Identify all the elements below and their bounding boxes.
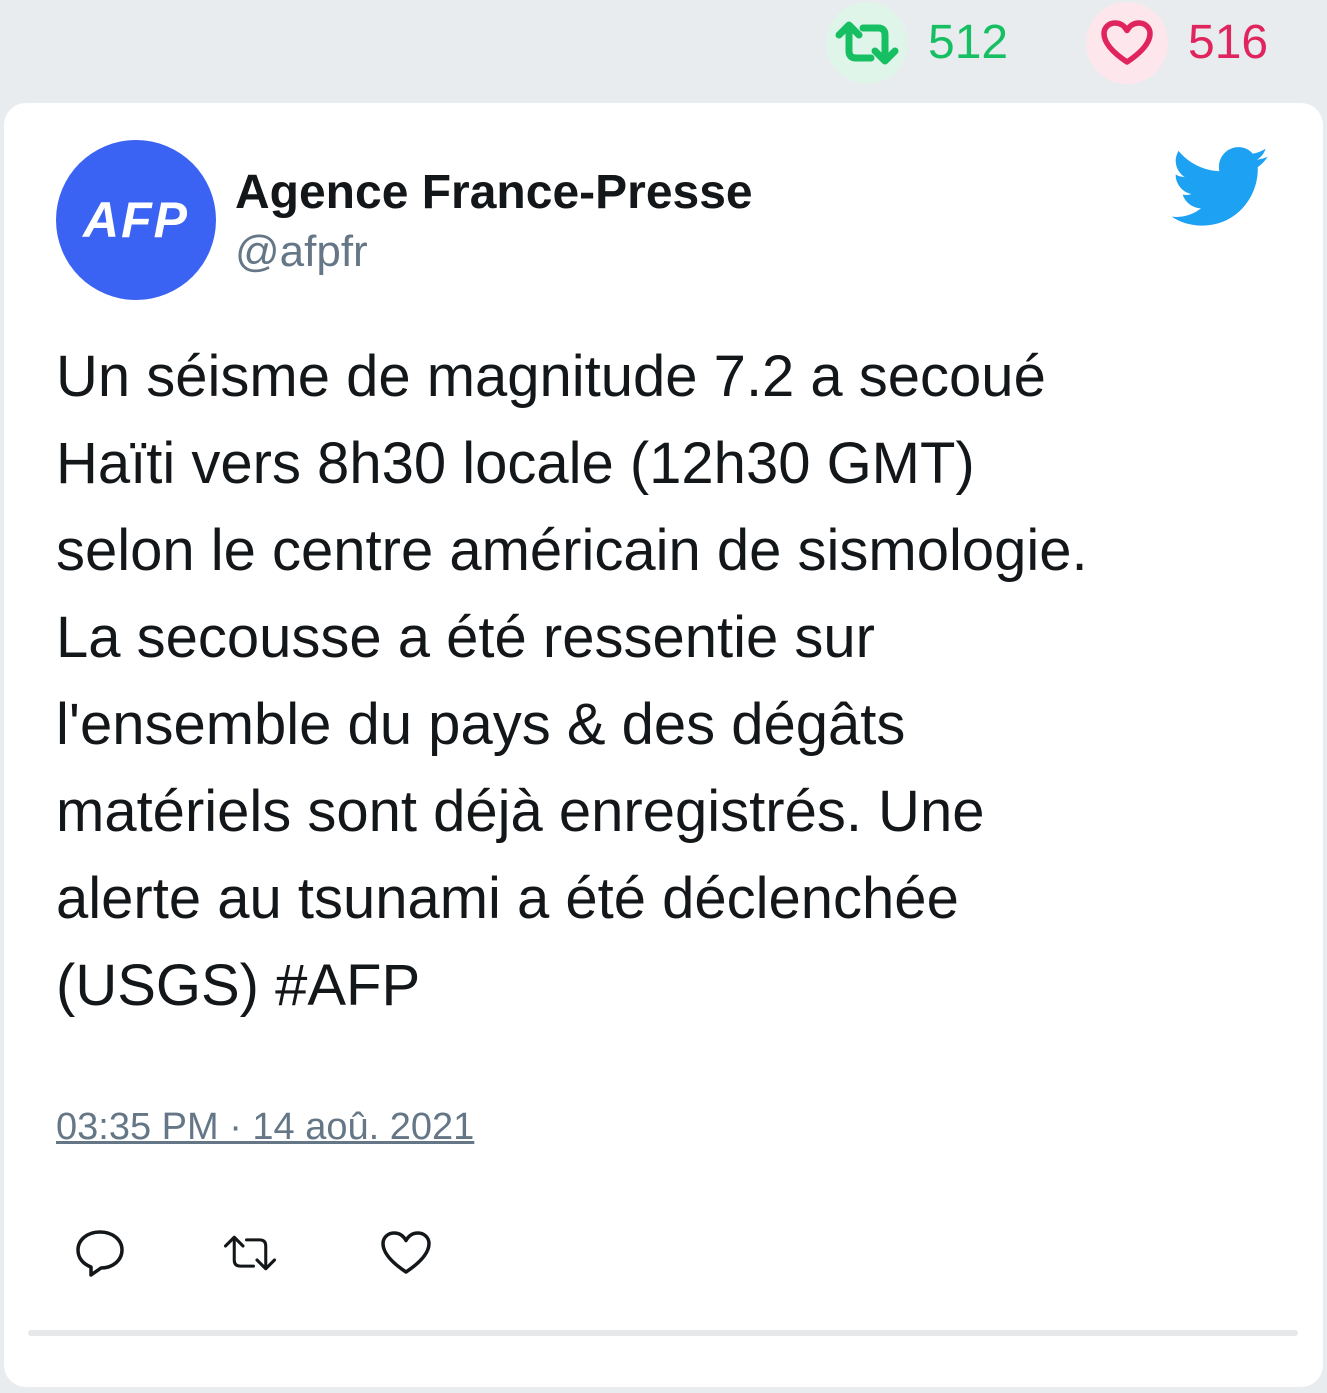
tweet-card: AFP Agence France-Presse @afpfr Un séism… [4,103,1323,1387]
author-name[interactable]: Agence France-Presse [235,165,753,220]
heart-icon [1101,20,1153,65]
tweet-text-line: La secousse a été ressentie sur [56,605,875,670]
like-button[interactable] [378,1225,434,1281]
like-count-stat[interactable]: 516 [1086,2,1268,84]
tweet-text-line: matériels sont déjà enregistrés. Une [56,779,985,844]
author-handle[interactable]: @afpfr [235,227,368,277]
tweet-text-line: l'ensemble du pays & des dégâts [56,692,906,757]
retweet-stat-icon-circle [826,2,908,84]
tweet-text-line: selon le centre américain de sismologie. [56,518,1088,583]
reply-icon [76,1230,124,1277]
retweet-button[interactable] [222,1225,278,1281]
heart-icon [381,1231,431,1274]
like-count: 516 [1188,16,1269,69]
tweet-text-line: (USGS) #AFP [56,953,421,1018]
reply-button[interactable] [72,1225,128,1281]
retweet-icon [835,21,899,65]
card-bottom-divider [28,1330,1298,1336]
retweet-count-stat[interactable]: 512 [826,2,1008,84]
tweet-text-line: Haïti vers 8h30 locale (12h30 GMT) [56,431,975,496]
tweet-text-line: Un séisme de magnitude 7.2 a secoué [56,344,1046,409]
retweet-count: 512 [928,16,1009,69]
retweet-icon [223,1235,277,1271]
tweet-timestamp-link[interactable]: 03:35 PM · 14 aoû. 2021 [56,1106,474,1149]
tweet-text: Un séisme de magnitude 7.2 a secoué Haït… [56,333,1276,1029]
tweet-text-line: alerte au tsunami a été déclenchée [56,866,959,931]
avatar[interactable]: AFP [56,140,216,300]
avatar-logo-text: AFP [83,192,189,248]
engagement-stats-bar: 512 516 [0,0,1327,100]
like-stat-icon-circle [1086,2,1168,84]
twitter-bird-icon[interactable] [1172,147,1270,229]
